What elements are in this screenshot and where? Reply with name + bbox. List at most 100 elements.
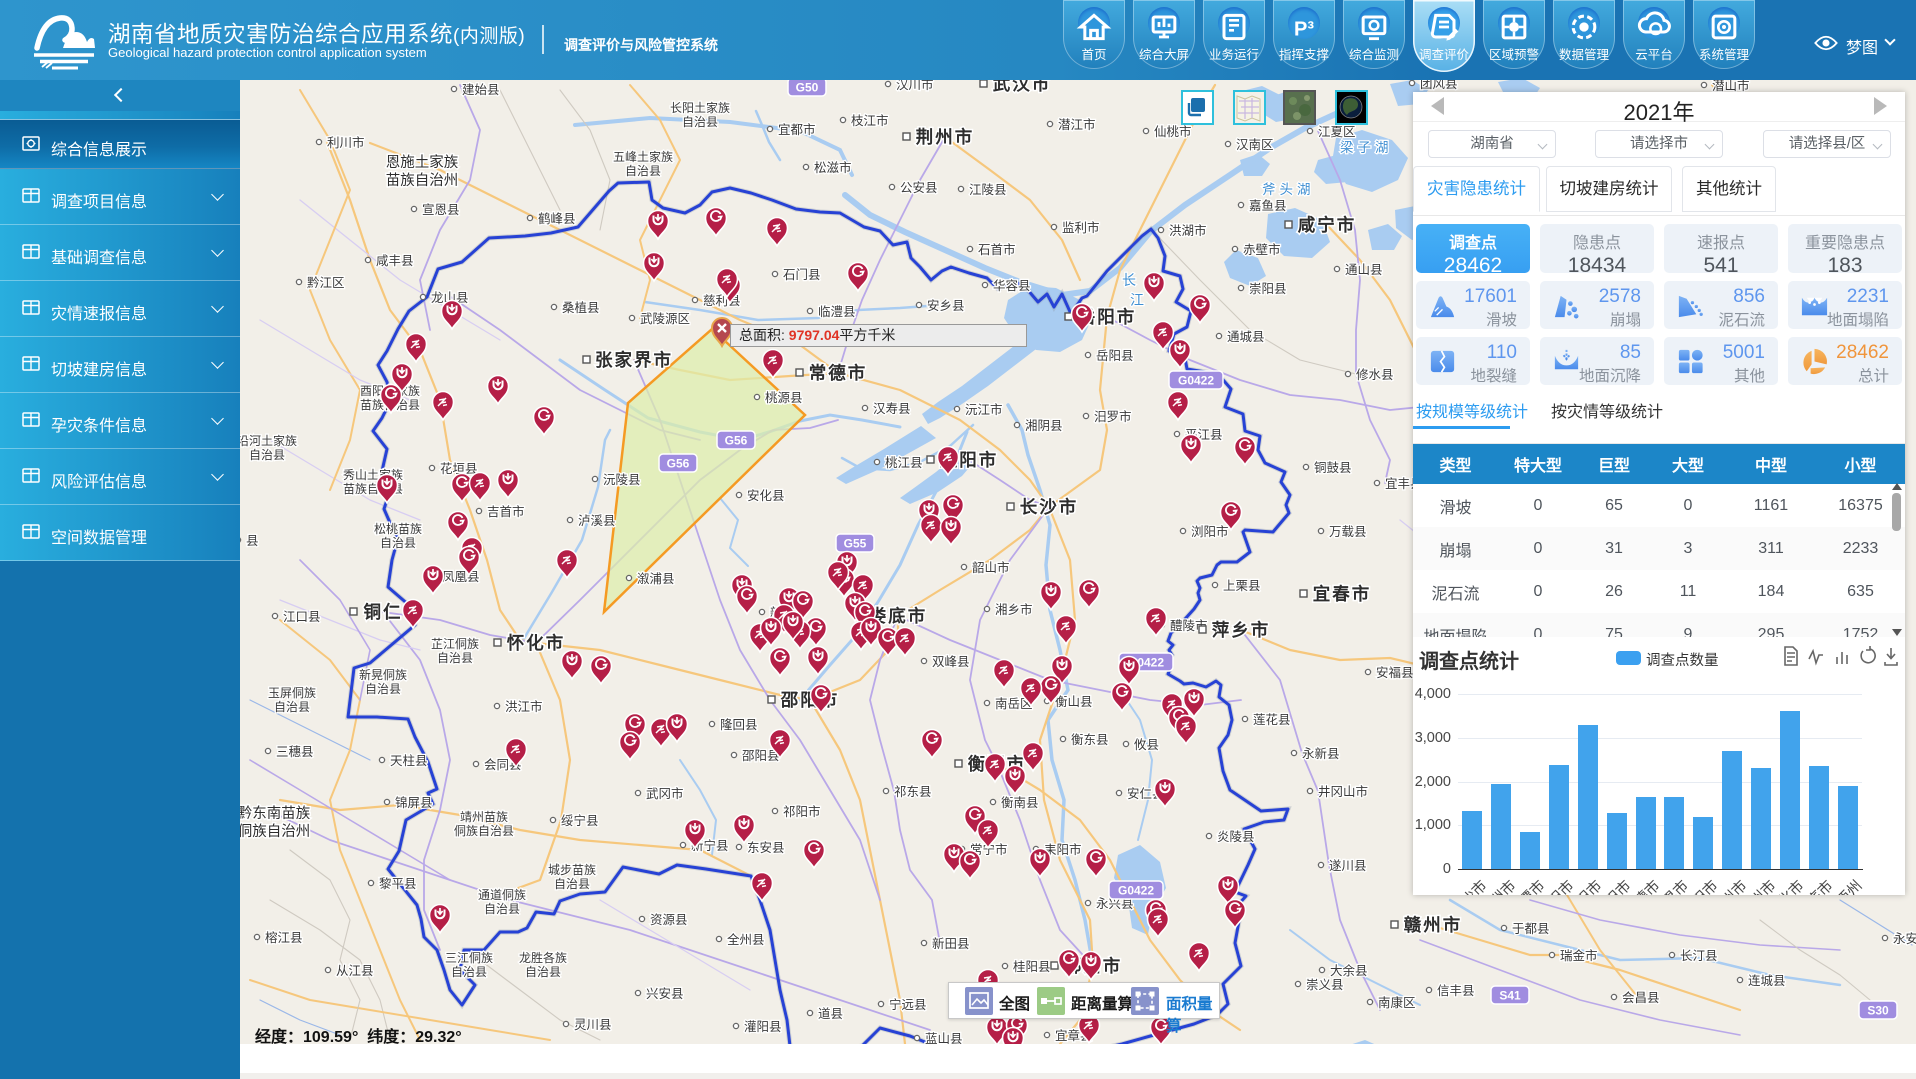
svg-text:靖州苗族: 靖州苗族 (460, 810, 508, 824)
svg-text:桂阳县: 桂阳县 (1013, 959, 1051, 974)
svg-text:灵川县: 灵川县 (574, 1018, 612, 1032)
svg-text:凤凰县: 凤凰县 (442, 570, 480, 584)
svg-text:P³: P³ (1294, 18, 1314, 40)
svg-text:蓝山县: 蓝山县 (925, 1032, 963, 1044)
svg-text:连城县: 连城县 (1748, 973, 1786, 988)
svg-text:萍乡市: 萍乡市 (1212, 620, 1271, 640)
svg-text:韶山市: 韶山市 (972, 560, 1010, 575)
svg-text:鹤峰县: 鹤峰县 (538, 211, 576, 226)
svg-text:于都县: 于都县 (1512, 922, 1550, 936)
svg-text:桑植县: 桑植县 (562, 300, 600, 315)
svg-text:宜春市: 宜春市 (1313, 584, 1372, 604)
svg-text:城步苗族: 城步苗族 (548, 863, 596, 877)
svg-text:崇阳县: 崇阳县 (1249, 282, 1287, 296)
svg-text:赣州市: 赣州市 (1404, 915, 1463, 935)
svg-text:岳阳县: 岳阳县 (1096, 349, 1134, 363)
svg-text:常德市: 常德市 (809, 363, 868, 383)
svg-text:安化县: 安化县 (747, 488, 785, 503)
svg-text:监利市: 监利市 (1062, 220, 1100, 235)
svg-text:潜江市: 潜江市 (1058, 117, 1096, 132)
svg-text:祁东县: 祁东县 (894, 784, 932, 799)
svg-text:通山县: 通山县 (1345, 263, 1383, 277)
svg-text:江陵县: 江陵县 (969, 183, 1007, 197)
svg-text:自治县: 自治县 (484, 902, 520, 916)
svg-text:溆浦县: 溆浦县 (637, 572, 675, 586)
svg-text:榕江县: 榕江县 (265, 930, 303, 945)
svg-text:汉南区: 汉南区 (1236, 137, 1274, 152)
svg-text:铜鼓县: 铜鼓县 (1314, 460, 1352, 475)
svg-text:大余县: 大余县 (1330, 963, 1368, 978)
svg-text:S30: S30 (1867, 1004, 1889, 1018)
svg-text:自治县: 自治县 (249, 448, 285, 462)
svg-text:武汉市: 武汉市 (993, 80, 1052, 94)
svg-text:上栗县: 上栗县 (1223, 579, 1261, 593)
svg-text:攸县: 攸县 (1134, 737, 1159, 752)
svg-text:莲花县: 莲花县 (1253, 712, 1291, 727)
svg-text:南康区: 南康区 (1378, 995, 1416, 1010)
svg-text:沿河土家族: 沿河土家族 (240, 433, 297, 448)
svg-text:G55: G55 (844, 537, 867, 551)
svg-text:公安县: 公安县 (900, 180, 938, 195)
svg-text:炎陵县: 炎陵县 (1217, 830, 1255, 844)
svg-text:三穗县: 三穗县 (276, 745, 314, 759)
svg-text:怀化市: 怀化市 (507, 633, 566, 653)
svg-text:从江县: 从江县 (336, 964, 374, 978)
svg-text:永新县: 永新县 (1302, 746, 1340, 761)
svg-text:五峰土家族: 五峰土家族 (613, 149, 673, 164)
svg-text:衡南县: 衡南县 (1001, 795, 1039, 810)
svg-text:祁阳市: 祁阳市 (783, 804, 821, 819)
svg-text:龙胜各族: 龙胜各族 (519, 950, 567, 965)
svg-text:嘉鱼县: 嘉鱼县 (1249, 199, 1287, 213)
svg-text:自治县: 自治县 (554, 877, 590, 891)
svg-text:锦屏县: 锦屏县 (395, 796, 433, 810)
svg-text:县: 县 (246, 534, 259, 548)
svg-text:吉首市: 吉首市 (487, 504, 525, 519)
svg-text:长沙市: 长沙市 (1020, 497, 1079, 517)
svg-text:玉屏侗族: 玉屏侗族 (268, 686, 316, 700)
svg-text:万载县: 万载县 (1329, 525, 1367, 539)
svg-text:赤壁市: 赤壁市 (1243, 242, 1281, 257)
svg-text:枝江市: 枝江市 (851, 113, 889, 128)
svg-text:长汀县: 长汀县 (1680, 949, 1718, 963)
svg-text:安乡县: 安乡县 (927, 298, 965, 313)
svg-text:华容县: 华容县 (993, 278, 1031, 293)
svg-text:宜都市: 宜都市 (778, 122, 816, 137)
svg-text:S41: S41 (1499, 989, 1521, 1003)
svg-text:张家界市: 张家界市 (595, 350, 673, 370)
svg-text:衡东县: 衡东县 (1071, 733, 1109, 747)
svg-text:天柱县: 天柱县 (390, 753, 428, 768)
svg-text:灌阳县: 灌阳县 (744, 1020, 782, 1034)
svg-text:自治县: 自治县 (682, 115, 718, 129)
svg-text:湘乡市: 湘乡市 (995, 602, 1033, 617)
svg-text:荆州市: 荆州市 (916, 127, 975, 147)
svg-text:瑞金市: 瑞金市 (1560, 948, 1598, 963)
svg-text:临澧县: 临澧县 (818, 305, 856, 319)
svg-text:宁远县: 宁远县 (889, 997, 927, 1012)
svg-text:利川市: 利川市 (327, 135, 365, 150)
svg-text:咸丰县: 咸丰县 (376, 254, 414, 268)
svg-text:崇义县: 崇义县 (1306, 978, 1344, 992)
svg-text:G50: G50 (796, 81, 819, 95)
svg-text:芷江侗族: 芷江侗族 (431, 637, 479, 651)
svg-text:铜仁: 铜仁 (364, 602, 403, 622)
svg-text:苗族自治州: 苗族自治州 (386, 172, 459, 189)
svg-text:汨罗市: 汨罗市 (1094, 409, 1132, 424)
svg-text:兴安县: 兴安县 (646, 986, 684, 1001)
svg-text:团风县: 团风县 (1420, 80, 1458, 91)
svg-text:通城县: 通城县 (1227, 330, 1265, 344)
svg-text:自治县: 自治县 (380, 536, 416, 550)
svg-text:江夏区: 江夏区 (1318, 125, 1356, 139)
svg-text:新田县: 新田县 (932, 936, 970, 951)
svg-text:安福县: 安福县 (1376, 665, 1414, 680)
svg-text:东安县: 东安县 (747, 840, 785, 855)
svg-text:黔江区: 黔江区 (307, 275, 345, 290)
svg-text:三江侗族: 三江侗族 (445, 951, 493, 965)
svg-text:自治县: 自治县 (365, 682, 401, 696)
svg-text:浏阳市: 浏阳市 (1191, 524, 1229, 539)
svg-text:湘阴县: 湘阴县 (1025, 418, 1063, 433)
svg-text:G0422: G0422 (1118, 884, 1154, 898)
svg-text:梁子湖: 梁子湖 (1340, 140, 1393, 155)
svg-text:G56: G56 (725, 434, 748, 448)
svg-text:全州县: 全州县 (727, 932, 765, 947)
svg-text:斧头湖: 斧头湖 (1262, 182, 1315, 197)
